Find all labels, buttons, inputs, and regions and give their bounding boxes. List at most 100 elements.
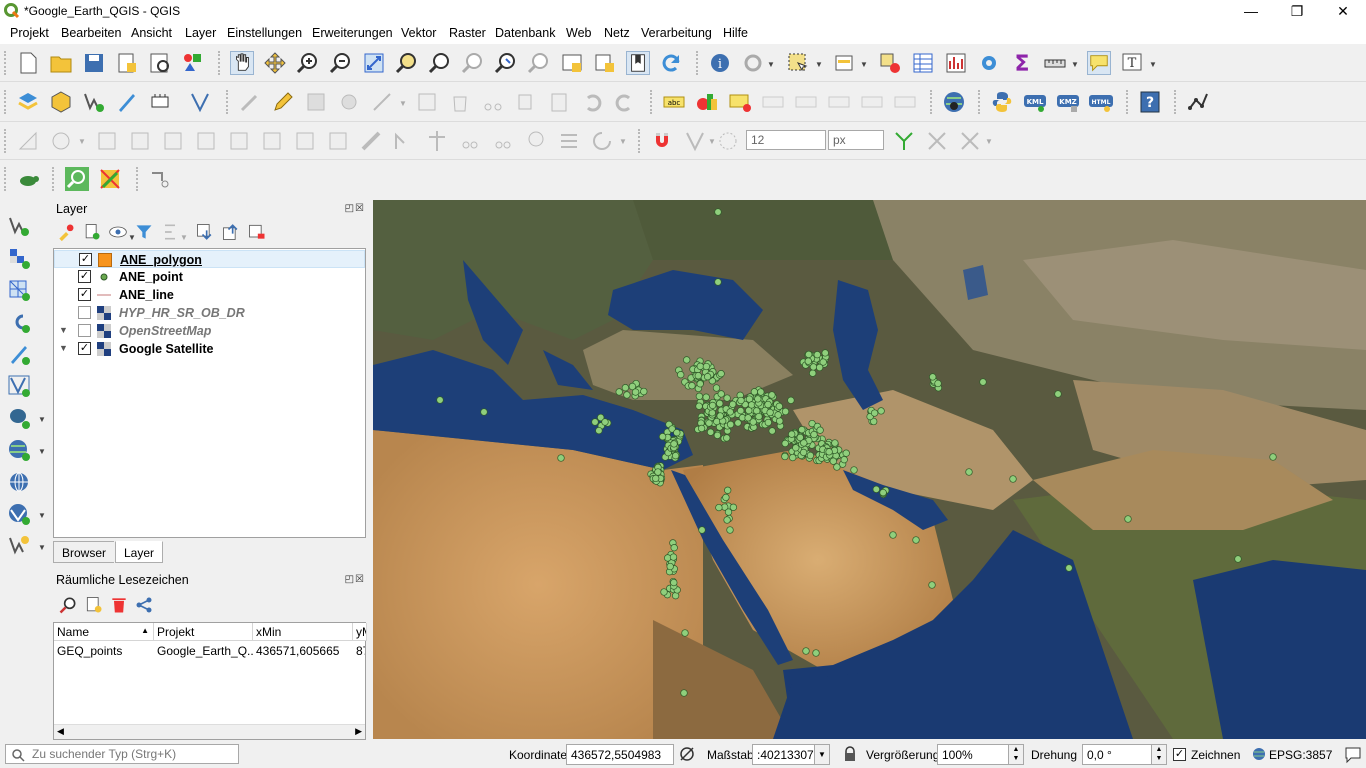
new-shapefile-icon[interactable] xyxy=(82,90,106,114)
filter-legend-icon[interactable] xyxy=(134,222,154,242)
map-point-feature[interactable] xyxy=(749,418,757,426)
chevron-down-icon[interactable]: ▼ xyxy=(767,60,775,69)
map-point-feature[interactable] xyxy=(842,449,850,457)
tab-browser[interactable]: Browser xyxy=(53,541,115,563)
python-console-icon[interactable] xyxy=(990,90,1014,114)
map-point-feature[interactable] xyxy=(1065,564,1073,572)
map-point-feature[interactable] xyxy=(631,388,640,396)
layer-row[interactable]: ✓ ANE_polygon xyxy=(54,250,365,268)
crs-globe-icon[interactable] xyxy=(1252,747,1266,761)
menu-projekt[interactable]: Projekt xyxy=(10,26,49,40)
map-point-feature[interactable] xyxy=(696,362,704,370)
map-tips-icon[interactable] xyxy=(1087,51,1111,75)
map-point-feature[interactable] xyxy=(640,387,648,396)
map-point-feature[interactable] xyxy=(715,503,723,512)
new-spatialite-icon[interactable] xyxy=(115,90,139,114)
map-point-feature[interactable] xyxy=(695,402,703,410)
table-cell[interactable]: 436571,605665 xyxy=(253,642,353,660)
new-geopackage-icon[interactable] xyxy=(49,90,73,114)
delete-bookmark-icon[interactable] xyxy=(109,595,129,615)
map-point-feature[interactable] xyxy=(436,396,444,404)
map-point-feature[interactable] xyxy=(879,488,887,497)
toolbar-handle[interactable] xyxy=(4,90,8,114)
map-point-feature[interactable] xyxy=(621,384,630,392)
coordinate-field[interactable]: 436572,5504983 xyxy=(566,744,674,765)
new-project-icon[interactable] xyxy=(16,51,40,75)
map-point-feature[interactable] xyxy=(480,408,488,416)
menu-einstellungen[interactable]: Einstellungen xyxy=(227,26,302,40)
map-point-feature[interactable] xyxy=(702,362,711,371)
menu-ansicht[interactable]: Ansicht xyxy=(131,26,172,40)
refresh-icon[interactable] xyxy=(659,51,683,75)
map-point-feature[interactable] xyxy=(601,418,609,426)
map-point-feature[interactable] xyxy=(812,649,820,657)
layer-visibility-checkbox[interactable] xyxy=(78,306,91,319)
snapping-tolerance-input[interactable]: 12 xyxy=(746,130,826,150)
map-point-feature[interactable] xyxy=(810,430,818,439)
map-point-feature[interactable] xyxy=(979,378,987,386)
zoom-full-icon[interactable] xyxy=(362,51,386,75)
map-point-feature[interactable] xyxy=(726,408,734,416)
map-point-feature[interactable] xyxy=(965,468,973,476)
layer-row[interactable]: ▼ ✓ Google Satellite xyxy=(54,340,365,358)
table-cell[interactable]: Google_Earth_Q... xyxy=(154,642,253,660)
toolbar-handle[interactable] xyxy=(930,90,934,114)
select-by-value-icon[interactable] xyxy=(833,51,857,75)
style-panel-icon[interactable] xyxy=(56,222,76,242)
add-spatialite-icon[interactable] xyxy=(7,342,31,366)
chevron-down-icon[interactable]: ▼ xyxy=(38,447,46,456)
add-group-icon[interactable] xyxy=(82,222,102,242)
map-point-feature[interactable] xyxy=(683,356,691,364)
map-point-feature[interactable] xyxy=(804,357,812,365)
map-point-feature[interactable] xyxy=(716,412,724,420)
add-delimited-text-icon[interactable] xyxy=(7,310,31,334)
layer-visibility-checkbox[interactable]: ✓ xyxy=(78,270,91,283)
map-point-feature[interactable] xyxy=(768,427,776,435)
toolbar-handle[interactable] xyxy=(638,129,642,153)
map-point-feature[interactable] xyxy=(806,451,815,460)
menu-hilfe[interactable]: Hilfe xyxy=(723,26,748,40)
menu-web[interactable]: Web xyxy=(566,26,591,40)
chevron-down-icon[interactable]: ▼ xyxy=(1071,60,1079,69)
map-point-feature[interactable] xyxy=(754,395,762,403)
map-point-feature[interactable] xyxy=(681,629,689,637)
map-point-feature[interactable] xyxy=(696,380,704,388)
add-mesh-layer-icon[interactable] xyxy=(7,278,31,302)
save-project-icon[interactable] xyxy=(82,51,106,75)
chevron-down-icon[interactable]: ▼ xyxy=(38,511,46,520)
map-point-feature[interactable] xyxy=(557,454,565,462)
layer-diagram-icon[interactable] xyxy=(695,90,719,114)
map-point-feature[interactable] xyxy=(729,400,737,408)
map-point-feature[interactable] xyxy=(934,379,942,388)
add-wcs-icon[interactable] xyxy=(7,502,31,526)
pan-to-selection-icon[interactable] xyxy=(263,51,287,75)
map-point-feature[interactable] xyxy=(670,440,678,448)
map-point-feature[interactable] xyxy=(792,444,800,452)
map-point-feature[interactable] xyxy=(670,578,678,587)
toolbar-handle[interactable] xyxy=(1126,90,1130,114)
map-point-feature[interactable] xyxy=(1124,515,1132,523)
map-point-feature[interactable] xyxy=(833,463,841,471)
expand-arrow-icon[interactable]: ▼ xyxy=(59,343,68,353)
chevron-down-icon[interactable]: ▼ xyxy=(860,60,868,69)
crs-label[interactable]: EPSG:3857 xyxy=(1269,748,1332,762)
map-point-feature[interactable] xyxy=(781,452,789,461)
map-point-feature[interactable] xyxy=(717,390,725,398)
map-point-feature[interactable] xyxy=(789,453,797,462)
map-point-feature[interactable] xyxy=(798,426,806,434)
layer-row[interactable]: ✓ ANE_line xyxy=(54,286,365,304)
map-point-feature[interactable] xyxy=(737,407,745,415)
add-vector-layer-icon[interactable] xyxy=(7,214,31,238)
collapse-all-icon[interactable] xyxy=(221,222,241,242)
map-point-feature[interactable] xyxy=(764,418,772,427)
map-point-feature[interactable] xyxy=(788,430,796,438)
messages-icon[interactable] xyxy=(1344,746,1362,764)
scroll-right-icon[interactable]: ▶ xyxy=(355,726,362,737)
toolbar-handle[interactable] xyxy=(4,129,8,153)
map-point-feature[interactable] xyxy=(724,486,732,494)
toolbar-handle[interactable] xyxy=(978,90,982,114)
map-point-feature[interactable] xyxy=(677,371,685,379)
new-map-view-icon[interactable] xyxy=(560,51,584,75)
layer-visibility-checkbox[interactable]: ✓ xyxy=(78,288,91,301)
map-point-feature[interactable] xyxy=(737,396,745,405)
